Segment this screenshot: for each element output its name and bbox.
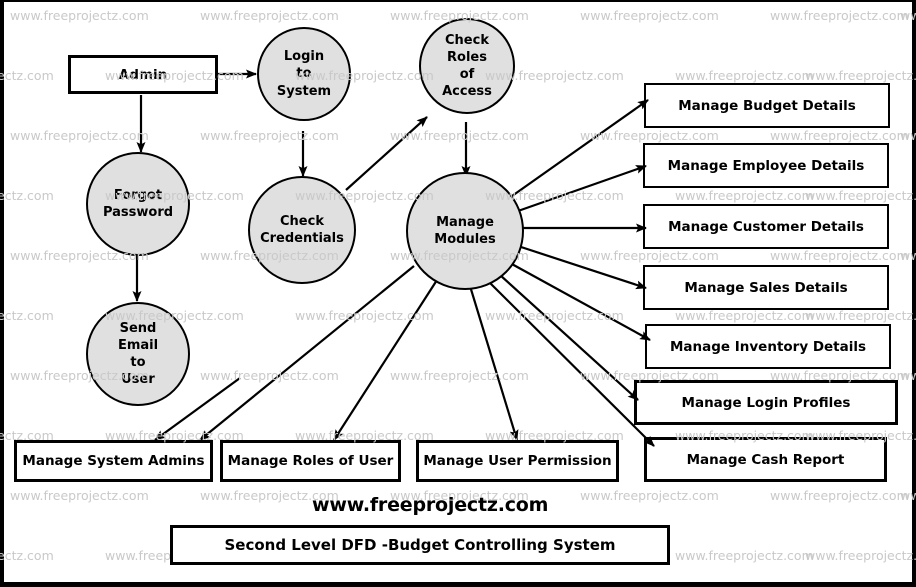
datastore-manage-budget-details[interactable]: Manage Budget Details (644, 83, 890, 128)
datastore-manage-employee-details[interactable]: Manage Employee Details (643, 143, 889, 188)
flow-modules-to-sales (517, 244, 647, 290)
process-send-email-to-user[interactable]: Send Email to User (86, 302, 190, 406)
site-brand-text: www.freeprojectz.com (312, 494, 548, 516)
datastore-system-admins-label: Manage System Admins (22, 453, 205, 469)
datastore-manage-login-profiles[interactable]: Manage Login Profiles (634, 380, 898, 425)
datastore-login-label: Manage Login Profiles (681, 394, 851, 411)
flow-modules-to-roles-of-user (333, 279, 438, 441)
process-check-roles-label: Check Roles of Access (442, 32, 492, 100)
datastore-roles-of-user-label: Manage Roles of User (227, 453, 394, 469)
datastore-manage-roles-of-user[interactable]: Manage Roles of User (220, 440, 401, 482)
datastore-inventory-label: Manage Inventory Details (669, 338, 867, 355)
datastore-budget-label: Manage Budget Details (678, 97, 856, 114)
process-check-credentials-label: Check Credentials (260, 213, 344, 246)
datastore-employee-label: Manage Employee Details (667, 157, 865, 174)
process-check-credentials[interactable]: Check Credentials (248, 176, 356, 284)
flow-modules-to-budget (511, 99, 649, 197)
process-login-to-system-label: Login to System (276, 49, 332, 99)
process-check-roles-of-access[interactable]: Check Roles of Access (419, 18, 515, 114)
process-forgot-password-label: Forgot Password (102, 187, 174, 220)
entity-admin-label: Admin (118, 66, 168, 83)
datastore-user-permission-label: Manage User Permission (423, 453, 612, 469)
flow-modules-to-cash (488, 281, 655, 447)
flow-modules-to-login (499, 274, 639, 401)
flow-modules-to-inventory (509, 262, 651, 341)
datastore-sales-label: Manage Sales Details (684, 279, 848, 296)
process-login-to-system[interactable]: Login to System (257, 27, 351, 121)
site-brand-label: www.freeprojectz.com (312, 494, 549, 516)
flow-credentials-to-roles (345, 116, 428, 191)
entity-admin[interactable]: Admin (68, 55, 218, 94)
diagram-title-box: Second Level DFD -Budget Controlling Sys… (170, 525, 670, 565)
datastore-manage-customer-details[interactable]: Manage Customer Details (643, 204, 889, 249)
flow-modules-to-user-permission (468, 285, 519, 441)
dfd-diagram-canvas: www.freeprojectz.com www.freeprojectz.com… (0, 0, 916, 587)
datastore-customer-label: Manage Customer Details (668, 218, 864, 235)
process-manage-modules[interactable]: Manage Modules (406, 172, 524, 290)
datastore-cash-right-label: Manage Cash Report (686, 451, 845, 468)
process-manage-modules-label: Manage Modules (434, 214, 496, 247)
datastore-manage-sales-details[interactable]: Manage Sales Details (643, 265, 889, 310)
flow-modules-to-system-admins (199, 265, 415, 441)
datastore-manage-inventory-details[interactable]: Manage Inventory Details (645, 324, 891, 369)
datastore-manage-user-permission[interactable]: Manage User Permission (416, 440, 619, 482)
diagram-title-label: Second Level DFD -Budget Controlling Sys… (224, 536, 616, 554)
process-forgot-password[interactable]: Forgot Password (86, 152, 190, 256)
flow-modules-to-employee (517, 164, 647, 213)
datastore-manage-system-admins[interactable]: Manage System Admins (14, 440, 213, 482)
datastore-manage-cash-report-right[interactable]: Manage Cash Report (644, 437, 887, 482)
process-send-email-label: Send Email to User (117, 320, 159, 388)
